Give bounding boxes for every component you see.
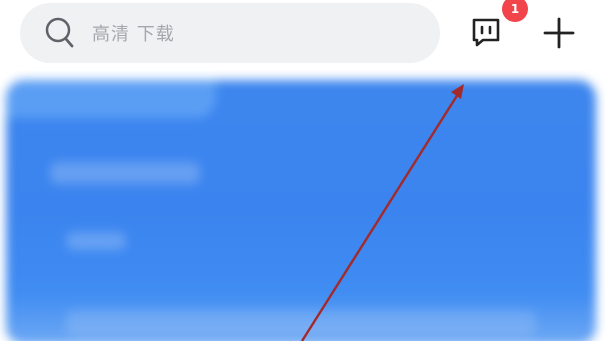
notification-badge: 1: [502, 0, 528, 22]
banner-area: [0, 70, 605, 341]
add-button[interactable]: [536, 12, 582, 58]
blurred-text: [66, 310, 536, 336]
messages-button[interactable]: [464, 14, 508, 54]
message-icon: [469, 15, 503, 53]
search-icon: [42, 15, 78, 51]
banner-tab: [6, 80, 216, 118]
search-placeholder: 高清 下载: [92, 24, 175, 45]
blurred-text: [50, 162, 200, 184]
search-bar[interactable]: 高清 下载: [20, 3, 440, 63]
banner-card[interactable]: [6, 80, 596, 341]
plus-icon: [542, 16, 576, 54]
blurred-text: [66, 232, 126, 250]
